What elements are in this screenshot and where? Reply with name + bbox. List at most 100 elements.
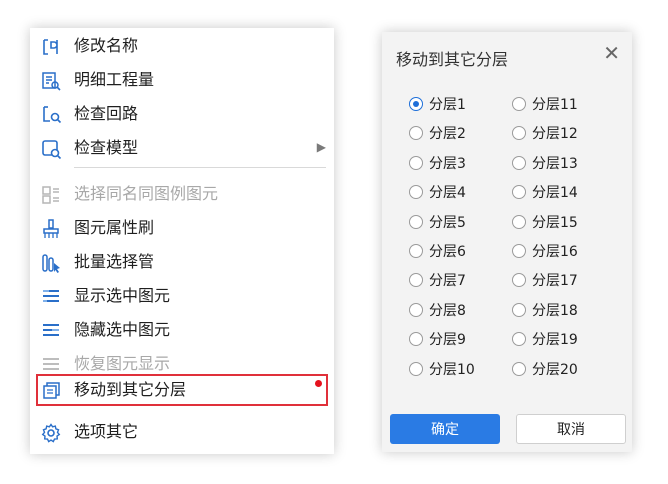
radio-button[interactable]	[512, 214, 526, 229]
layer-radio-option[interactable]: 分层10	[409, 358, 475, 380]
menu-item-check-circuit[interactable]: 检查回路	[30, 98, 330, 130]
property-brush-icon	[40, 218, 62, 240]
hide-selected-icon	[40, 320, 62, 342]
menu-item-label: 明细工程量	[74, 70, 155, 89]
menu-item-label: 隐藏选中图元	[74, 320, 171, 339]
radio-label: 分层4	[429, 185, 466, 202]
radio-label: 分层18	[532, 302, 578, 319]
layer-radio-option[interactable]: 分层2	[409, 122, 466, 144]
radio-button[interactable]	[512, 126, 526, 141]
radio-button[interactable]	[409, 97, 423, 111]
radio-label: 分层1	[429, 97, 466, 113]
radio-label: 分层20	[532, 361, 578, 378]
select-same-legend-icon	[40, 184, 62, 206]
menu-item-label: 检查回路	[74, 104, 139, 123]
radio-button[interactable]	[512, 332, 526, 347]
menu-separator	[74, 167, 326, 168]
restore-display-icon	[40, 354, 62, 376]
submenu-arrow-icon: ▶	[316, 140, 326, 154]
layer-radio-option[interactable]: 分层3	[409, 152, 466, 174]
layer-radio-option[interactable]: 分层17	[512, 269, 578, 291]
menu-item-property-brush[interactable]: 图元属性刷	[30, 212, 330, 244]
gear-icon	[40, 422, 62, 444]
layer-radio-option[interactable]: 分层15	[512, 211, 578, 233]
radio-button[interactable]	[409, 155, 423, 170]
menu-item-rename[interactable]: 修改名称	[30, 30, 330, 62]
dialog-title: 移动到其它分层	[396, 50, 509, 69]
batch-select-pipe-icon	[40, 252, 62, 274]
menu-item-show-selected[interactable]: 显示选中图元	[30, 280, 330, 312]
radio-button[interactable]	[512, 244, 526, 258]
radio-label: 分层9	[429, 332, 466, 349]
radio-label: 分层5	[429, 214, 466, 231]
radio-button[interactable]	[512, 302, 526, 317]
radio-button[interactable]	[409, 126, 423, 141]
menu-item-options[interactable]: 选项其它	[30, 416, 330, 448]
radio-button[interactable]	[409, 185, 423, 200]
layer-radio-option[interactable]: 分层18	[512, 299, 578, 321]
quantity-detail-icon	[40, 70, 62, 92]
radio-label: 分层11	[532, 97, 578, 113]
radio-label: 分层14	[532, 185, 578, 202]
radio-button[interactable]	[512, 273, 526, 288]
layer-radio-option[interactable]: 分层8	[409, 299, 466, 321]
layer-radio-option[interactable]: 分层4	[409, 181, 466, 203]
radio-label: 分层7	[429, 273, 466, 290]
layer-radio-option[interactable]: 分层5	[409, 211, 466, 233]
move-layer-icon	[40, 380, 62, 402]
radio-button[interactable]	[512, 185, 526, 200]
menu-item-label: 图元属性刷	[74, 218, 155, 237]
menu-item-check-model[interactable]: 检查模型 ▶	[30, 132, 330, 164]
radio-label: 分层13	[532, 155, 578, 172]
layer-radio-option[interactable]: 分层12	[512, 122, 578, 144]
layer-radio-option[interactable]: 分层7	[409, 269, 466, 291]
radio-label: 分层16	[532, 244, 578, 260]
menu-item-label: 选项其它	[74, 422, 139, 441]
menu-item-batch-select-pipe[interactable]: 批量选择管	[30, 246, 330, 278]
show-selected-icon	[40, 286, 62, 308]
radio-label: 分层15	[532, 214, 578, 231]
cancel-button[interactable]: 取消	[516, 414, 626, 444]
close-icon[interactable]: ✕	[603, 42, 620, 64]
radio-label: 分层10	[429, 361, 475, 378]
menu-item-label: 显示选中图元	[74, 286, 171, 305]
radio-button[interactable]	[512, 97, 526, 111]
radio-button[interactable]	[409, 214, 423, 229]
menu-item-label: 移动到其它分层	[74, 380, 187, 399]
context-menu: 修改名称 明细工程量 检查回路 检查模型 ▶ 选择同名同图例图元 图元属性刷 批…	[30, 28, 334, 454]
radio-button[interactable]	[512, 361, 526, 376]
move-layer-dialog: 移动到其它分层 ✕ 分层1 分层2 分层3 分层4 分层5 分层6 分层7 分层8 分层9 分层1…	[382, 32, 632, 452]
check-model-icon	[40, 138, 62, 160]
layer-radio-option[interactable]: 分层13	[512, 152, 578, 174]
menu-item-select-same-legend[interactable]: 选择同名同图例图元	[30, 178, 330, 210]
radio-label: 分层8	[429, 302, 466, 319]
layer-radio-option[interactable]: 分层1	[409, 93, 466, 115]
layer-radio-option[interactable]: 分层16	[512, 240, 578, 262]
layer-radio-option[interactable]: 分层9	[409, 328, 466, 350]
notification-dot	[315, 380, 322, 387]
ok-button[interactable]: 确定	[390, 414, 500, 444]
menu-item-label: 修改名称	[74, 36, 139, 55]
layer-radio-option[interactable]: 分层20	[512, 358, 578, 380]
layer-radio-option[interactable]: 分层19	[512, 328, 578, 350]
menu-item-label: 恢复图元显示	[74, 354, 171, 373]
check-circuit-icon	[40, 104, 62, 126]
radio-label: 分层6	[429, 244, 466, 260]
radio-button[interactable]	[409, 273, 423, 288]
menu-item-hide-selected[interactable]: 隐藏选中图元	[30, 314, 330, 346]
radio-button[interactable]	[409, 332, 423, 347]
radio-button[interactable]	[409, 302, 423, 317]
radio-button[interactable]	[409, 361, 423, 376]
menu-item-label: 批量选择管	[74, 252, 155, 271]
layer-radio-option[interactable]: 分层6	[409, 240, 466, 262]
layer-radio-option[interactable]: 分层14	[512, 181, 578, 203]
menu-item-move-layer[interactable]: 移动到其它分层	[30, 374, 330, 406]
layer-radio-option[interactable]: 分层11	[512, 93, 578, 115]
radio-button[interactable]	[409, 244, 423, 258]
menu-item-quantity-detail[interactable]: 明细工程量	[30, 64, 330, 96]
menu-item-label: 检查模型	[74, 138, 139, 157]
radio-button[interactable]	[512, 155, 526, 170]
radio-label: 分层12	[532, 126, 578, 143]
radio-label: 分层19	[532, 332, 578, 349]
radio-label: 分层17	[532, 273, 578, 290]
